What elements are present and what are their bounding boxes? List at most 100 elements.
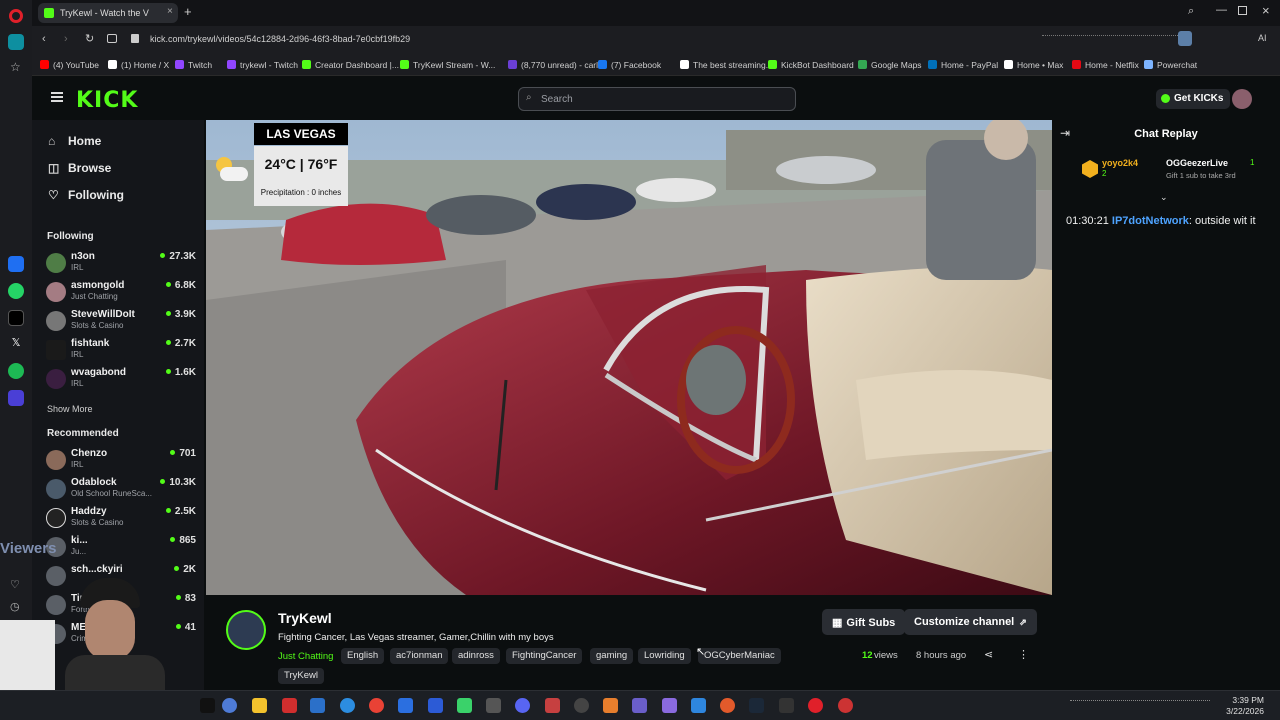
chevron-down-icon[interactable]: ⌄ xyxy=(1160,192,1168,203)
show-more-link[interactable]: Show More xyxy=(47,404,93,414)
browser-tab[interactable]: TryKewl - Watch the V xyxy=(38,3,178,23)
back-icon[interactable]: ‹ xyxy=(42,33,46,45)
tag[interactable]: Lowriding xyxy=(638,648,691,664)
app-icon[interactable] xyxy=(486,698,501,713)
minimize-icon[interactable]: — xyxy=(1216,4,1227,16)
tab-close-icon[interactable]: × xyxy=(167,6,173,17)
profile-icon[interactable] xyxy=(1178,31,1192,46)
obs-icon[interactable] xyxy=(574,698,589,713)
nav-following[interactable]: ♡ Following xyxy=(48,188,124,202)
start-icon[interactable] xyxy=(200,698,215,713)
category-link[interactable]: Just Chatting xyxy=(278,651,333,662)
app-icon[interactable] xyxy=(545,698,560,713)
gift-subs-button[interactable]: ▦ Gift Subs xyxy=(822,609,906,635)
tag[interactable]: English xyxy=(341,648,385,664)
chrome-icon[interactable] xyxy=(369,698,384,713)
channel-avatar[interactable] xyxy=(226,610,266,650)
reload-icon[interactable]: ↻ xyxy=(85,32,94,45)
taskbar-clock[interactable]: 3:39 PM 3/22/2026 xyxy=(1226,695,1264,717)
gamepad-icon[interactable] xyxy=(632,698,647,713)
following-channel[interactable]: SteveWillDoIt Slots & Casino 3.9K xyxy=(46,309,196,335)
bookmark-item[interactable]: Powerchat xyxy=(1144,60,1197,70)
discord-icon[interactable] xyxy=(515,698,530,713)
following-channel[interactable]: n3on IRL 27.3K xyxy=(46,251,196,277)
home-icon[interactable] xyxy=(8,34,24,50)
opera-logo-icon[interactable] xyxy=(9,9,23,23)
copilot-icon[interactable] xyxy=(222,698,237,713)
customize-channel-button[interactable]: Customize channel ⇗ xyxy=(904,609,1037,635)
menu-icon[interactable] xyxy=(51,92,63,102)
bookmark-item[interactable]: KickBot Dashboard xyxy=(768,60,854,70)
bookmark-item[interactable]: (1) Home / X xyxy=(108,60,169,70)
tag[interactable]: TryKewl xyxy=(278,668,324,684)
search-input[interactable]: ⌕ Search xyxy=(518,87,796,111)
tag[interactable]: gaming xyxy=(590,648,634,664)
bookmark-item[interactable]: Twitch xyxy=(175,60,212,70)
docs-icon[interactable] xyxy=(428,698,443,713)
forward-icon[interactable]: › xyxy=(64,33,68,45)
bookmark-item[interactable]: Home - PayPal xyxy=(928,60,998,70)
search-tabs-icon[interactable]: ⌕ xyxy=(1188,5,1194,18)
steam-icon[interactable] xyxy=(749,698,764,713)
gallery-icon[interactable] xyxy=(107,34,117,43)
bookmark-item[interactable]: Home • Max xyxy=(1004,60,1063,70)
get-kicks-button[interactable]: Get KICKs xyxy=(1156,89,1230,109)
tag[interactable]: adinross xyxy=(452,648,500,664)
store-icon[interactable] xyxy=(310,698,325,713)
whatsapp-icon[interactable] xyxy=(8,283,24,299)
video-player[interactable]: LAS VEGAS 24°C | 76°F Precipitation : 0 … xyxy=(206,120,1052,595)
sub-user1[interactable]: yoyo2k4 xyxy=(1102,158,1138,168)
channel-name[interactable]: TryKewl xyxy=(278,610,332,626)
following-channel[interactable]: wvagabond IRL 1.6K xyxy=(46,367,196,393)
bookmark-item[interactable]: Creator Dashboard |... xyxy=(302,60,399,70)
close-window-icon[interactable]: × xyxy=(1262,3,1270,18)
bookmark-item[interactable]: The best streaming... xyxy=(680,60,773,70)
kick-logo[interactable]: KICK xyxy=(76,88,138,113)
tag[interactable]: OGCyberManiac xyxy=(698,648,781,664)
tag[interactable]: FightingCancer xyxy=(506,648,583,664)
extension-icons[interactable] xyxy=(1042,35,1182,45)
following-channel[interactable]: asmongold Just Chatting 6.8K xyxy=(46,280,196,306)
recommended-channel[interactable]: Haddzy Slots & Casino 2.5K xyxy=(46,506,196,532)
app-icon[interactable] xyxy=(838,698,853,713)
star-icon[interactable]: ☆ xyxy=(10,60,21,74)
player-icon[interactable] xyxy=(8,390,24,406)
following-channel[interactable]: fishtank IRL 2.7K xyxy=(46,338,196,364)
nav-home[interactable]: ⌂ Home xyxy=(48,134,101,148)
bookmark-item[interactable]: (7) Facebook xyxy=(598,60,661,70)
bookmark-item[interactable]: Google Maps xyxy=(858,60,922,70)
app-icon[interactable] xyxy=(457,698,472,713)
app-icon[interactable] xyxy=(691,698,706,713)
bookmark-item[interactable]: (4) YouTube xyxy=(40,60,99,70)
more-options-icon[interactable]: ⋮ xyxy=(1018,648,1029,661)
new-tab-icon[interactable]: + xyxy=(184,4,192,19)
bookmark-item[interactable]: trykewl - Twitch xyxy=(227,60,298,70)
user-avatar[interactable] xyxy=(1232,89,1252,109)
epic-icon[interactable] xyxy=(779,698,794,713)
share-icon[interactable]: ⋖ xyxy=(984,648,993,661)
sub-user2[interactable]: OGGeezerLive xyxy=(1166,158,1228,168)
folder-icon[interactable] xyxy=(252,698,267,713)
x-icon[interactable]: 𝕏 xyxy=(8,336,24,352)
maximize-icon[interactable] xyxy=(1238,6,1247,15)
ai-icon[interactable]: AI xyxy=(1258,33,1267,43)
pdf-icon[interactable] xyxy=(282,698,297,713)
bookmark-item[interactable]: Home - Netflix xyxy=(1072,60,1139,70)
messenger-icon[interactable] xyxy=(8,256,24,272)
bookmark-item[interactable]: TryKewl Stream - W... xyxy=(400,60,495,70)
opera-icon[interactable] xyxy=(808,698,823,713)
tag[interactable]: ac7ionman xyxy=(390,648,449,664)
tray-icons[interactable] xyxy=(1070,700,1210,712)
app-icon[interactable] xyxy=(662,698,677,713)
message-user[interactable]: IP7dotNetwork xyxy=(1112,215,1189,227)
bookmark-item[interactable]: (8,770 unread) - carl... xyxy=(508,60,605,70)
app-icon[interactable] xyxy=(720,698,735,713)
recommended-channel[interactable]: Chenzo IRL 701 xyxy=(46,448,196,474)
recommended-channel[interactable]: Odablock Old School RuneSca... 10.3K xyxy=(46,477,196,503)
app-icon[interactable] xyxy=(603,698,618,713)
url-text[interactable]: kick.com/trykewl/videos/54c12884-2d96-46… xyxy=(150,34,410,44)
tiktok-icon[interactable] xyxy=(8,310,24,326)
edge-icon[interactable] xyxy=(340,698,355,713)
nav-browse[interactable]: ◫ Browse xyxy=(48,161,111,175)
play-icon[interactable] xyxy=(398,698,413,713)
